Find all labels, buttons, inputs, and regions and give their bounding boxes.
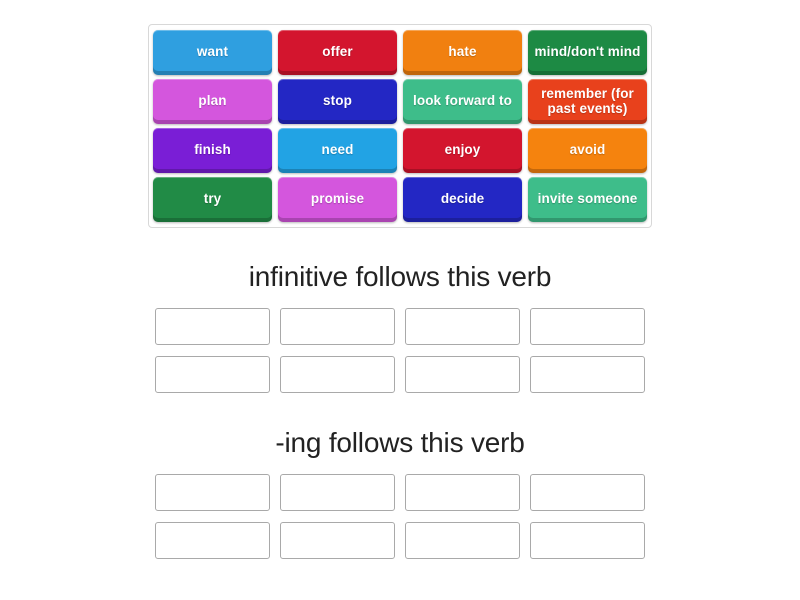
tile-label: look forward to	[413, 93, 512, 108]
tile-want[interactable]: want	[153, 30, 272, 75]
group-heading-infinitive: infinitive follows this verb	[248, 261, 552, 292]
tile-label: enjoy	[444, 142, 481, 157]
tile-need[interactable]: need	[278, 128, 397, 173]
tile-grid: want offer hate mind/don't mind plan stop look…	[153, 30, 647, 222]
tile-enjoy[interactable]: enjoy	[403, 128, 522, 173]
dropzone-slot[interactable]	[405, 308, 520, 345]
dropzone-slot[interactable]	[155, 474, 270, 511]
tile-remember-past-events[interactable]: remember (for past events)	[528, 79, 647, 124]
tile-plan[interactable]: plan	[153, 79, 272, 124]
tile-label: try	[203, 191, 222, 206]
tile-try[interactable]: try	[153, 177, 272, 222]
tile-decide[interactable]: decide	[403, 177, 522, 222]
tile-invite-someone[interactable]: invite someone	[528, 177, 647, 222]
tile-label: hate	[448, 44, 477, 59]
dropzone-slot[interactable]	[280, 522, 395, 559]
tile-label: mind/don't mind	[534, 44, 641, 59]
dropzone-grid	[148, 308, 658, 393]
dropzone-grid	[148, 474, 658, 559]
tile-mind-dont-mind[interactable]: mind/don't mind	[528, 30, 647, 75]
group-sort-activity: want offer hate mind/don't mind plan stop look…	[0, 0, 800, 600]
dropzone-slot[interactable]	[530, 308, 645, 345]
dropzone-slot[interactable]	[280, 356, 395, 393]
tile-label: offer	[322, 44, 353, 59]
tile-label: stop	[323, 93, 352, 108]
dropzone-group-ing	[148, 474, 658, 559]
tile-finish[interactable]: finish	[153, 128, 272, 173]
dropzone-slot[interactable]	[155, 522, 270, 559]
tile-label: promise	[310, 191, 365, 206]
tile-label: need	[321, 142, 354, 157]
verb-tile-bank-panel: want offer hate mind/don't mind plan stop look…	[148, 24, 652, 228]
tile-label: avoid	[569, 142, 606, 157]
dropzone-slot[interactable]	[155, 356, 270, 393]
tile-hate[interactable]: hate	[403, 30, 522, 75]
dropzone-slot[interactable]	[405, 522, 520, 559]
tile-label: decide	[440, 191, 485, 206]
tile-promise[interactable]: promise	[278, 177, 397, 222]
tile-label: finish	[194, 142, 231, 157]
tile-look-forward-to[interactable]: look forward to	[403, 79, 522, 124]
dropzone-slot[interactable]	[530, 356, 645, 393]
tile-label: plan	[198, 93, 227, 108]
tile-label: remember (for past events)	[541, 85, 634, 116]
tile-label: invite someone	[537, 191, 638, 206]
tile-stop[interactable]: stop	[278, 79, 397, 124]
group-heading-ing: -ing follows this verb	[275, 427, 525, 458]
dropzone-slot[interactable]	[280, 474, 395, 511]
dropzone-slot[interactable]	[155, 308, 270, 345]
dropzone-slot[interactable]	[530, 474, 645, 511]
tile-label: want	[196, 44, 229, 59]
tile-offer[interactable]: offer	[278, 30, 397, 75]
dropzone-slot[interactable]	[280, 308, 395, 345]
dropzone-slot[interactable]	[405, 356, 520, 393]
dropzone-group-infinitive	[148, 308, 658, 393]
dropzone-slot[interactable]	[530, 522, 645, 559]
dropzone-slot[interactable]	[405, 474, 520, 511]
tile-avoid[interactable]: avoid	[528, 128, 647, 173]
